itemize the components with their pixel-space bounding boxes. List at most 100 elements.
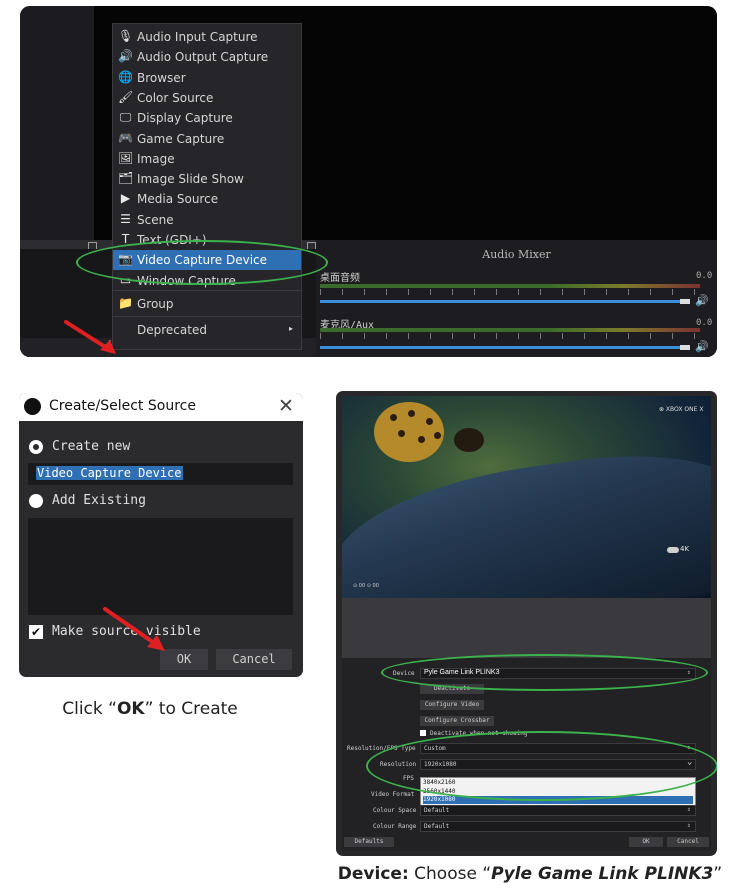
colour-space-label: Colour Space [373,807,417,814]
speaker-icon: 🔊 [118,49,133,64]
caption-bold: OK [116,699,145,719]
volume-slider-handle[interactable] [680,345,690,350]
xbox-logo: ⊗ XBOX ONE X [659,406,704,413]
ladybug-head [454,428,484,452]
video-capture-properties-window: ⊗ XBOX ONE X 4K ⊙ 00 ⊙ 00 Device Pyle Ga… [336,391,717,856]
meter-ticks [320,333,700,339]
configure-video-button[interactable]: Configure Video [420,700,484,710]
caption-device-name: Pyle Game Link PLINK3 [491,864,714,884]
menu-item-audio-output-capture[interactable]: 🔊 Audio Output Capture [113,47,301,67]
slideshow-icon: 🗂 [118,171,134,186]
menu-item-label: Browser [137,70,186,85]
ladybug-spot [390,414,397,421]
create-select-source-dialog: Create/Select Source ✕ Create new Video … [19,393,303,677]
menu-item-group[interactable]: 📁 Group [113,294,301,314]
menu-separator [113,290,301,291]
menu-item-label: Scene [137,212,174,227]
menu-item-label: Group [137,297,174,311]
highlight-ellipse [76,240,328,285]
menu-item-color-source[interactable]: 🖌 Color Source [113,88,301,108]
ladybug-spot [408,410,415,417]
colour-range-select[interactable] [420,821,696,832]
colour-range-value[interactable]: Default [424,823,449,830]
pointer-arrow-icon [64,320,116,354]
globe-icon: 🌐 [118,69,133,84]
mixer-channel-db: 0.0 [696,318,713,328]
ladybug-spot [434,432,441,439]
create-new-radio[interactable] [29,440,43,454]
play-icon: ▶ [120,191,131,206]
menu-item-game-capture[interactable]: 🎮 Game Capture [113,129,301,149]
close-icon[interactable]: ✕ [278,395,294,417]
menu-item-audio-input-capture[interactable]: 🎙 Audio Input Capture [113,27,301,47]
menu-item-label: Audio Output Capture [137,50,269,65]
configure-crossbar-button[interactable]: Configure Crossbar [420,716,494,726]
cancel-button[interactable]: Cancel [216,649,292,670]
paint-brush-icon: 🖌 [118,89,134,104]
ladybug-spot [398,430,405,437]
caption-choose-device: Device: Choose “Pyle Game Link PLINK3” [330,864,730,884]
highlight-ellipse [381,654,708,691]
video-format-label: Video Format [371,791,415,798]
deactivate-checkbox[interactable] [420,730,426,736]
menu-item-image-slide-show[interactable]: 🗂 Image Slide Show [113,169,301,189]
microphone-icon: 🎙 [118,29,134,43]
menu-item-label: Deprecated [137,323,207,337]
menu-separator [113,316,301,317]
caption-text: ” [713,864,723,884]
meter-ticks [320,289,700,295]
volume-slider[interactable] [320,300,686,303]
badge-4k: 4K [680,545,690,553]
source-name-value[interactable]: Video Capture Device [36,466,183,480]
speaker-icon[interactable]: 🔊 [695,294,709,307]
image-icon: 🖼 [118,150,134,165]
defaults-button[interactable]: Defaults [344,837,394,847]
caption-text: Choose “ [408,864,492,884]
menu-item-display-capture[interactable]: 🖵 Display Capture [113,108,301,128]
speaker-icon[interactable]: 🔊 [695,340,709,353]
caption-text: ” to Create [144,699,238,719]
mixer-channel-name: 桌面音频 [320,273,360,284]
preview-rock [342,437,711,598]
menu-item-label: Image [137,151,175,166]
colour-space-select[interactable] [420,805,696,816]
pointer-arrow-icon [103,607,165,651]
hdr-toggle [667,547,679,553]
obs-main-window: + − ⚙ ∧ ∨ Audio Mixer 桌面音频 0.0 🔊 麦克风/Aux… [20,6,717,357]
mixer-channel-db: 0.0 [696,271,713,281]
menu-item-label: Media Source [137,192,219,207]
caption-text: Click “ [62,699,117,719]
menu-item-browser[interactable]: 🌐 Browser [113,68,301,88]
updown-icon: ⇕ [687,822,691,829]
dialog-title: Create/Select Source [49,398,196,414]
menu-item-label: Color Source [137,90,214,105]
create-new-label: Create new [52,439,131,454]
obs-logo-icon [24,398,41,415]
video-controls: ⊙ 00 ⊙ 00 [353,583,379,589]
add-existing-label: Add Existing [52,493,146,508]
existing-sources-list[interactable] [28,518,293,615]
volume-meter [320,284,700,288]
left-dock-area [20,6,94,240]
menu-item-label: Audio Input Capture [137,30,258,44]
volume-slider[interactable] [320,346,686,349]
menu-item-scene[interactable]: ☰ Scene [113,210,301,230]
caption-click-ok: Click “OK” to Create [40,699,260,719]
monitor-icon: 🖵 [119,110,132,125]
menu-item-image[interactable]: 🖼 Image [113,149,301,169]
colour-space-value[interactable]: Default [424,807,449,814]
cancel-button[interactable]: Cancel [667,837,709,847]
menu-item-media-source[interactable]: ▶ Media Source [113,189,301,209]
colour-range-label: Colour Range [373,823,417,830]
menu-item-label: Game Capture [137,131,225,146]
volume-meter [320,328,700,332]
volume-slider-handle[interactable] [680,299,690,304]
add-existing-radio[interactable] [29,494,43,508]
caption-label: Device: [337,864,409,884]
make-visible-checkbox[interactable]: ✔ [29,625,43,639]
menu-item-deprecated[interactable]: Deprecated ▸ [113,320,301,340]
preview-spacer [342,598,711,658]
ok-button[interactable]: OK [629,837,663,847]
mixer-title: Audio Mixer [482,248,551,261]
highlight-ellipse [366,731,717,801]
